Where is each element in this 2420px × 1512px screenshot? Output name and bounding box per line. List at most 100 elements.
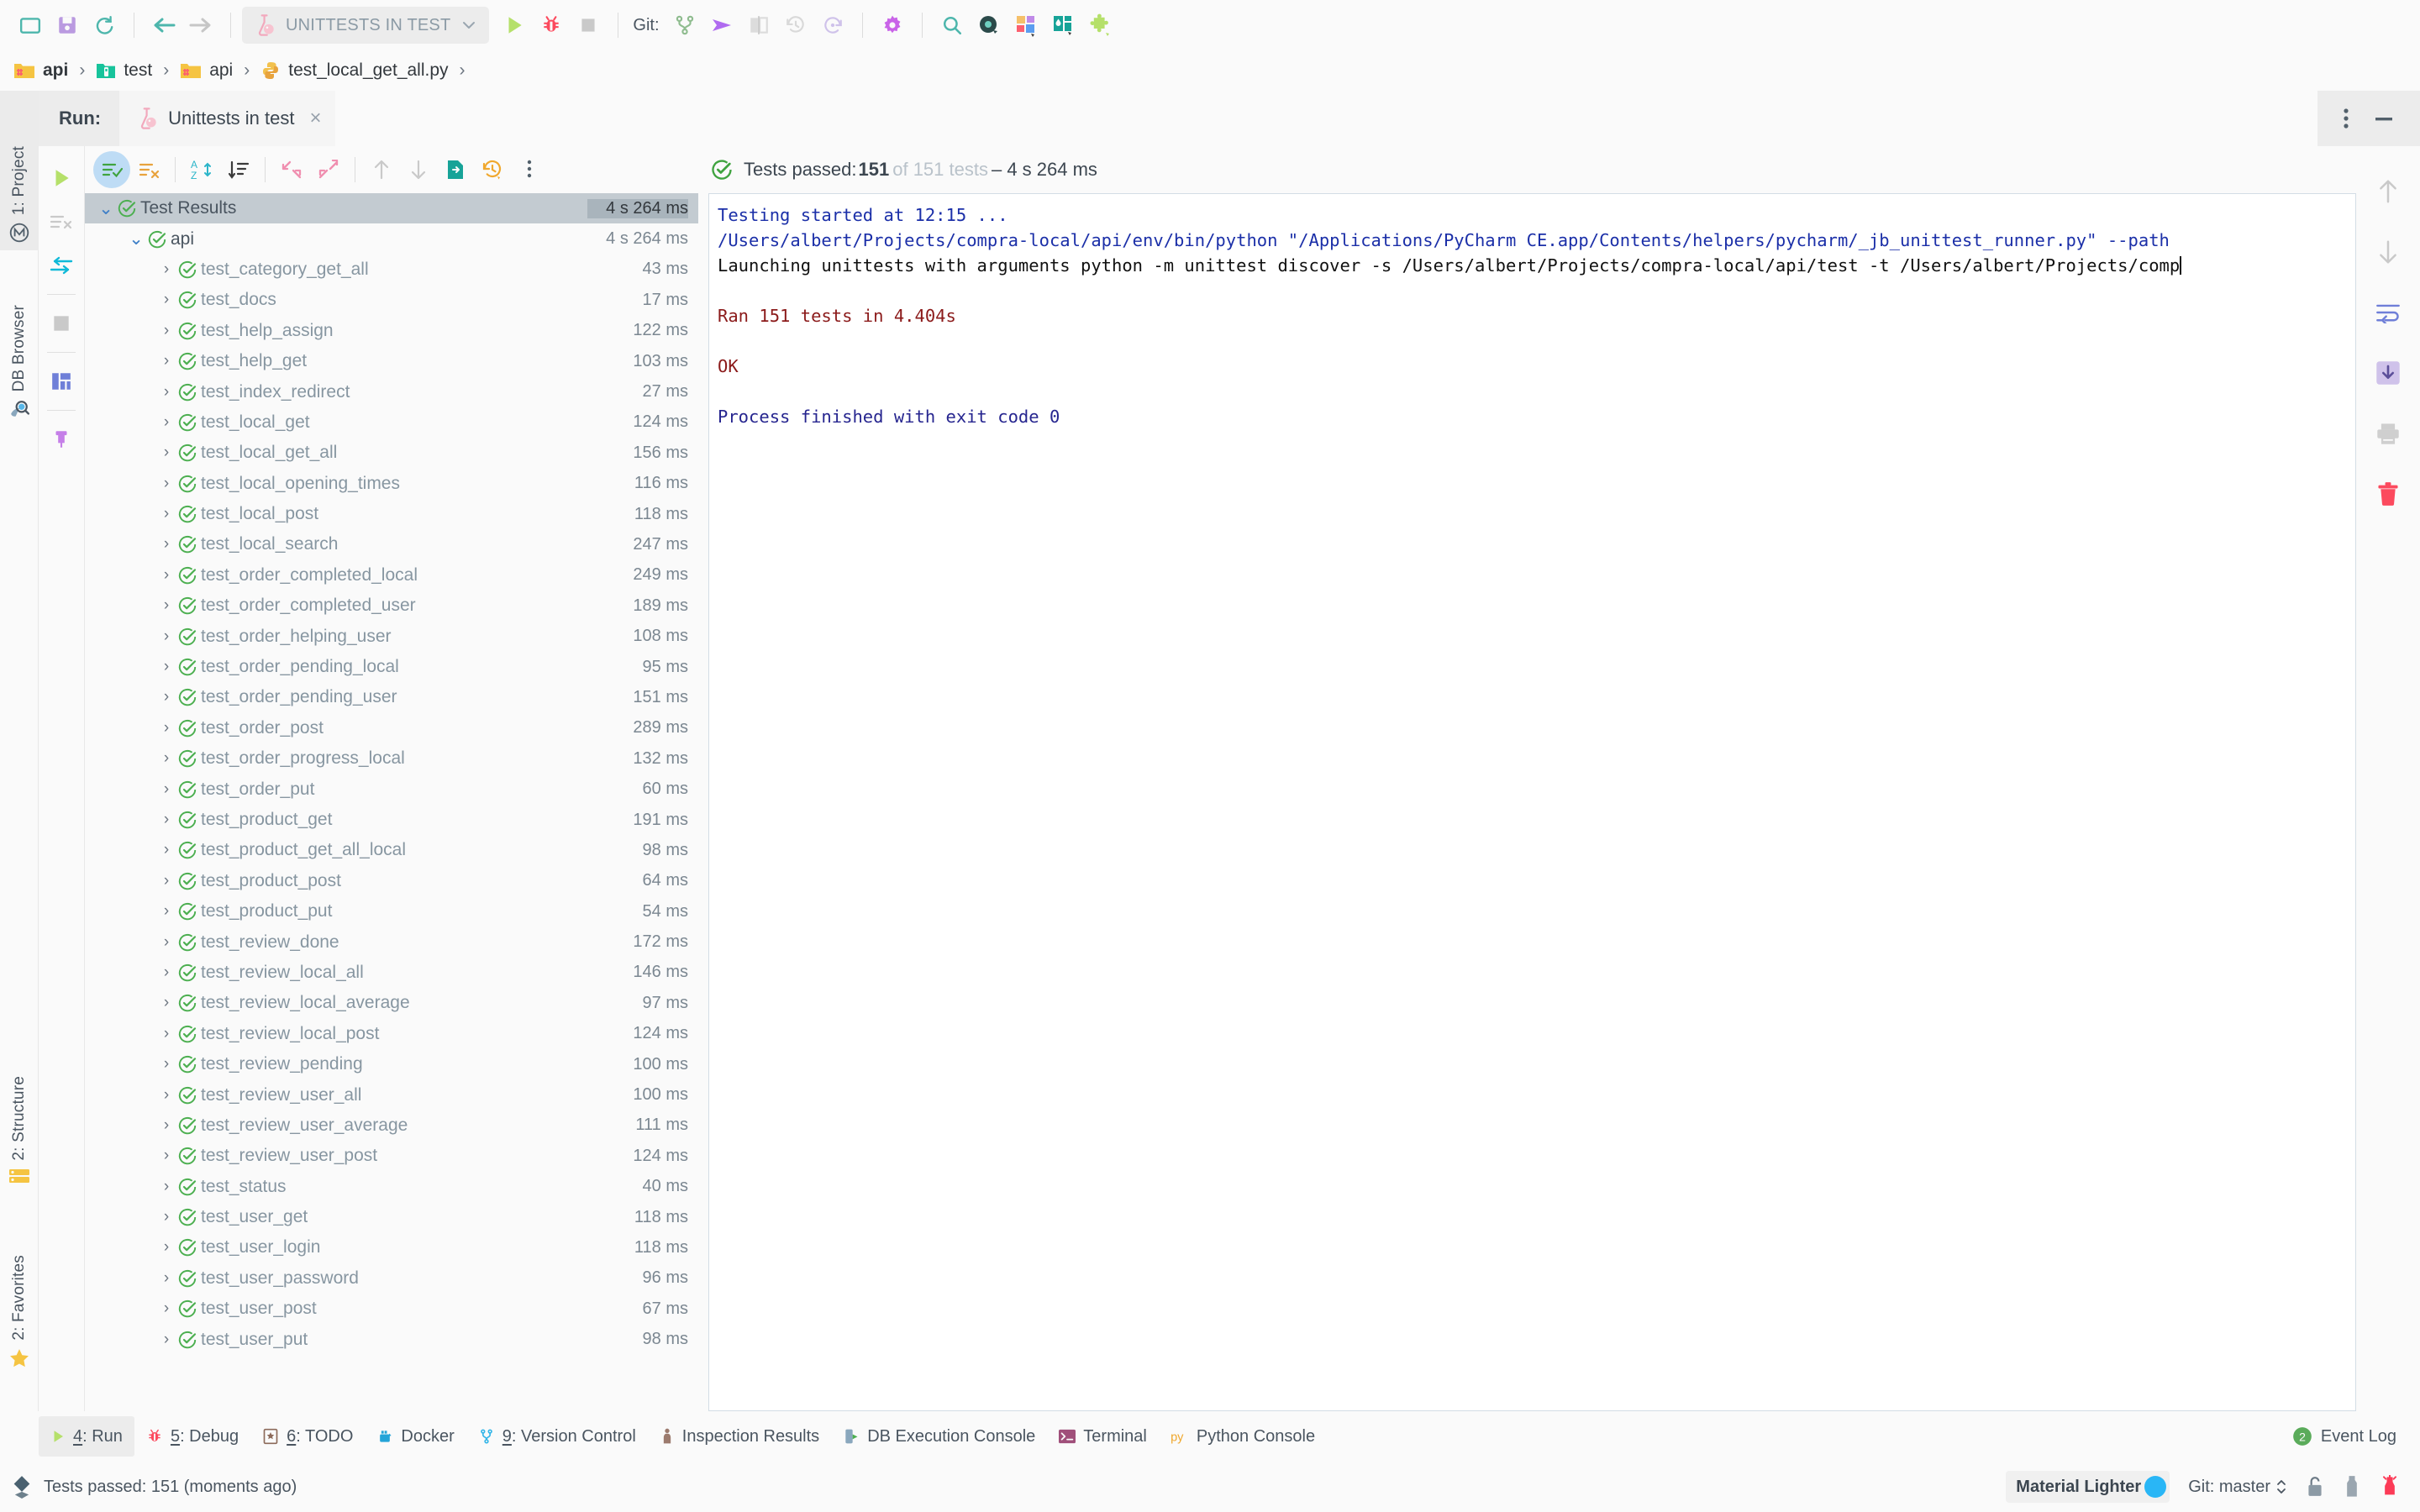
rerun-failed-tests-button[interactable] bbox=[41, 200, 82, 244]
scroll-to-end-button[interactable] bbox=[2366, 351, 2410, 395]
close-icon[interactable]: × bbox=[309, 108, 321, 129]
open-project-icon[interactable] bbox=[12, 7, 49, 44]
bottom-tab-todo[interactable]: 6: TODO bbox=[250, 1416, 365, 1457]
soft-wrap-button[interactable] bbox=[2366, 291, 2410, 334]
layout-settings-button[interactable] bbox=[41, 360, 82, 403]
test-tree-row[interactable]: › test_index_redirect 27 ms bbox=[85, 376, 698, 407]
git-push-icon[interactable] bbox=[703, 7, 740, 44]
test-tree-row[interactable]: › test_local_post 118 ms bbox=[85, 499, 698, 529]
database-grid-icon[interactable] bbox=[1007, 7, 1044, 44]
test-tree-row[interactable]: › test_user_login 118 ms bbox=[85, 1232, 698, 1263]
more-vertical-icon[interactable] bbox=[2343, 106, 2349, 131]
chevron-right-icon[interactable]: › bbox=[155, 1025, 177, 1043]
sidebar-item-structure[interactable]: 2: Structure bbox=[0, 1015, 39, 1191]
sort-by-duration-button[interactable] bbox=[220, 151, 257, 188]
chevron-right-icon[interactable]: › bbox=[155, 994, 177, 1012]
chevron-right-icon[interactable]: › bbox=[155, 413, 177, 432]
unlocked-icon[interactable] bbox=[2306, 1476, 2324, 1498]
chevron-down-icon[interactable] bbox=[460, 17, 477, 34]
show-ignored-button[interactable] bbox=[130, 151, 167, 188]
test-tree-row[interactable]: › test_status 40 ms bbox=[85, 1172, 698, 1202]
chevron-right-icon[interactable]: › bbox=[155, 627, 177, 646]
search-icon[interactable] bbox=[934, 7, 971, 44]
scroll-up-button[interactable] bbox=[2366, 170, 2410, 213]
git-revert-icon[interactable] bbox=[814, 7, 851, 44]
test-tree-row[interactable]: › test_product_get_all_local 98 ms bbox=[85, 835, 698, 865]
test-tree-row[interactable]: › test_review_user_average 111 ms bbox=[85, 1110, 698, 1141]
theme-switcher[interactable]: Material Lighter bbox=[2006, 1471, 2170, 1503]
chevron-right-icon[interactable]: › bbox=[155, 1178, 177, 1196]
chevron-right-icon[interactable]: › bbox=[155, 596, 177, 615]
git-branch-widget[interactable]: Git: master bbox=[2188, 1478, 2287, 1497]
run-configuration-selector[interactable]: UNITTESTS IN TEST bbox=[242, 7, 490, 44]
test-tree-row[interactable]: › test_help_get 103 ms bbox=[85, 346, 698, 376]
test-tree-row[interactable]: › test_order_helping_user 108 ms bbox=[85, 621, 698, 651]
test-tree-row[interactable]: › test_order_pending_local 95 ms bbox=[85, 652, 698, 682]
chevron-right-icon[interactable]: › bbox=[155, 444, 177, 462]
expand-all-button[interactable] bbox=[310, 151, 347, 188]
previous-failed-button[interactable] bbox=[363, 151, 400, 188]
chevron-right-icon[interactable]: › bbox=[155, 475, 177, 493]
more-options-button[interactable] bbox=[511, 151, 548, 188]
test-tree-row[interactable]: › test_product_post 64 ms bbox=[85, 866, 698, 896]
test-tree-row[interactable]: › test_review_user_post 124 ms bbox=[85, 1141, 698, 1171]
collapse-all-button[interactable] bbox=[273, 151, 310, 188]
git-history-icon[interactable] bbox=[777, 7, 814, 44]
gear-icon[interactable] bbox=[874, 7, 911, 44]
breadcrumb-item-file[interactable]: test_local_get_all.py bbox=[260, 60, 449, 81]
sort-alphabetically-button[interactable]: A Z bbox=[183, 151, 220, 188]
bottom-tab-version-control[interactable]: 9: Version Control bbox=[466, 1416, 648, 1457]
test-tree-row[interactable]: › test_user_post 67 ms bbox=[85, 1294, 698, 1324]
test-tree-row[interactable]: › test_product_put 54 ms bbox=[85, 896, 698, 927]
test-tree-row[interactable]: › test_category_get_all 43 ms bbox=[85, 255, 698, 285]
test-tree-row[interactable]: › test_user_password 96 ms bbox=[85, 1263, 698, 1294]
chevron-right-icon[interactable]: › bbox=[155, 260, 177, 279]
bottom-tab-debug[interactable]: 5: Debug bbox=[134, 1416, 250, 1457]
clear-all-button[interactable] bbox=[2366, 472, 2410, 516]
test-tree-row[interactable]: › test_user_put 98 ms bbox=[85, 1324, 698, 1354]
sidebar-item-project[interactable]: 1: Project bbox=[0, 91, 39, 250]
test-tree-row[interactable]: › test_review_pending 100 ms bbox=[85, 1049, 698, 1079]
test-tree-row[interactable]: › test_review_local_average 97 ms bbox=[85, 988, 698, 1018]
memory-indicator-icon[interactable] bbox=[2343, 1475, 2361, 1499]
chevron-down-icon[interactable]: ⌄ bbox=[125, 228, 147, 249]
test-tree-row[interactable]: › test_docs 17 ms bbox=[85, 285, 698, 315]
bottom-tab-docker[interactable]: Docker bbox=[365, 1416, 466, 1457]
rerun-tests-button[interactable] bbox=[41, 156, 82, 200]
test-tree-row[interactable]: › test_local_opening_times 116 ms bbox=[85, 469, 698, 499]
bottom-tab-run[interactable]: 4: Run bbox=[39, 1416, 134, 1457]
sync-icon[interactable] bbox=[86, 7, 123, 44]
chevron-right-icon[interactable]: › bbox=[155, 352, 177, 370]
chevron-right-icon[interactable]: › bbox=[155, 1238, 177, 1257]
sidebar-item-favorites[interactable]: 2: Favorites bbox=[0, 1195, 39, 1376]
test-tree-row[interactable]: › test_order_completed_user 189 ms bbox=[85, 591, 698, 621]
test-tree-group-row[interactable]: ⌄ api 4 s 264 ms bbox=[85, 223, 698, 254]
chevron-right-icon[interactable]: › bbox=[155, 811, 177, 829]
test-tree-row[interactable]: › test_local_get 124 ms bbox=[85, 407, 698, 438]
test-tree-row[interactable]: › test_product_get 191 ms bbox=[85, 805, 698, 835]
breadcrumb-item-api-root[interactable]: api bbox=[13, 60, 68, 81]
chevron-right-icon[interactable]: › bbox=[155, 688, 177, 706]
test-tree-root-row[interactable]: ⌄ Test Results 4 s 264 ms bbox=[85, 193, 698, 224]
debug-button[interactable] bbox=[533, 7, 570, 44]
toggle-auto-test-button[interactable] bbox=[41, 244, 82, 287]
chevron-right-icon[interactable]: › bbox=[155, 1116, 177, 1135]
git-branch-icon[interactable] bbox=[666, 7, 703, 44]
test-tree-row[interactable]: › test_help_assign 122 ms bbox=[85, 316, 698, 346]
chevron-right-icon[interactable]: › bbox=[155, 933, 177, 952]
test-tree-row[interactable]: › test_order_put 60 ms bbox=[85, 774, 698, 804]
sonarlint-icon[interactable] bbox=[971, 7, 1007, 44]
pin-tab-button[interactable] bbox=[41, 417, 82, 461]
test-tree[interactable]: ⌄ Test Results 4 s 264 ms ⌄ api 4 s 264 ms › te… bbox=[85, 193, 698, 1411]
bottom-tab-inspection-results[interactable]: Inspection Results bbox=[648, 1416, 831, 1457]
run-button[interactable] bbox=[496, 7, 533, 44]
event-log-button[interactable]: 2 Event Log bbox=[2291, 1425, 2420, 1447]
test-tree-row[interactable]: › test_local_search 247 ms bbox=[85, 529, 698, 559]
test-tree-row[interactable]: › test_review_done 172 ms bbox=[85, 927, 698, 957]
test-tree-row[interactable]: › test_user_get 118 ms bbox=[85, 1202, 698, 1232]
chevron-right-icon[interactable]: › bbox=[155, 658, 177, 676]
stop-button[interactable] bbox=[570, 7, 607, 44]
print-button[interactable] bbox=[2366, 412, 2410, 455]
chevron-right-icon[interactable]: › bbox=[155, 872, 177, 890]
chevron-right-icon[interactable]: › bbox=[155, 1147, 177, 1165]
